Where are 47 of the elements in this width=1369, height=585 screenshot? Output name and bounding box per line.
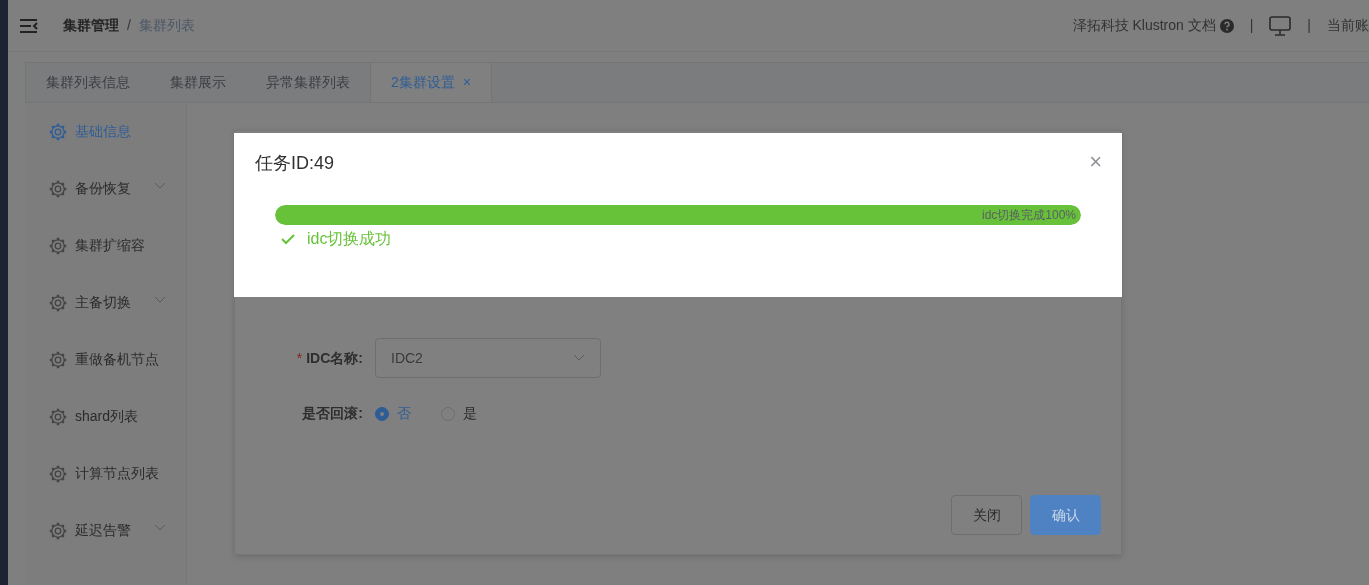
radio-label: 否 [397, 404, 411, 423]
sidebar-item[interactable]: 计算节点列表 [25, 445, 186, 502]
close-button[interactable]: × [1089, 151, 1102, 173]
gear-icon [49, 236, 67, 255]
close-button[interactable]: 关闭 [951, 495, 1022, 535]
check-icon [281, 233, 295, 245]
chevron-down-icon[interactable] [154, 524, 166, 532]
menu-icon[interactable] [20, 18, 38, 33]
gear-icon [49, 350, 67, 369]
docs-link[interactable]: 泽拓科技 Klustron 文档 [1072, 15, 1216, 36]
help-icon[interactable] [1219, 18, 1234, 33]
chevron-down-icon[interactable] [154, 296, 166, 304]
status-message: idc切换成功 [307, 229, 392, 249]
radio-button[interactable] [375, 406, 389, 421]
gear-icon [49, 293, 67, 312]
gear-icon [49, 464, 67, 483]
gear-icon [49, 407, 67, 426]
tab[interactable]: 集群展示 [150, 63, 246, 102]
field-label: 是否回滚: [301, 404, 364, 423]
sidebar-item[interactable]: 备份恢复 [25, 160, 186, 217]
account-label[interactable]: 当前账 [1327, 15, 1369, 36]
tab[interactable]: 集群列表信息 [26, 63, 150, 102]
tab[interactable]: 异常集群列表 [246, 63, 370, 102]
monitor-icon[interactable] [1269, 15, 1292, 36]
sidebar-item[interactable]: 主备切换 [25, 274, 186, 331]
gear-icon [49, 122, 67, 141]
progress-label: idc切换完成100% [981, 207, 1077, 224]
separator-text: | [1307, 16, 1311, 35]
field-label: * IDC名称: [295, 348, 364, 368]
confirm-button[interactable]: 确认 [1030, 495, 1101, 535]
idc-select[interactable]: IDC2 [375, 338, 601, 378]
sidebar-item[interactable]: 延迟告警 [25, 502, 186, 559]
sidebar-item[interactable]: shard列表 [25, 388, 186, 445]
tab[interactable]: 2集群设置 × [370, 63, 492, 102]
separator-text: | [1249, 16, 1254, 35]
dialog-title: 任务ID:49 [255, 153, 335, 175]
gear-icon [49, 179, 67, 198]
breadcrumb-item[interactable]: 集群管理 [63, 15, 119, 36]
breadcrumb-separator: / [127, 16, 131, 35]
radio-label: 是 [463, 404, 477, 423]
sidebar-item[interactable]: 集群扩缩容 [25, 217, 186, 274]
chevron-down-icon [573, 354, 585, 362]
gear-icon [49, 521, 67, 540]
chevron-down-icon[interactable] [154, 182, 166, 190]
sidebar-item[interactable]: 基础信息 [25, 103, 186, 160]
tab-close-icon[interactable]: × [462, 72, 471, 93]
sidebar-item[interactable]: 重做备机节点 [25, 331, 186, 388]
